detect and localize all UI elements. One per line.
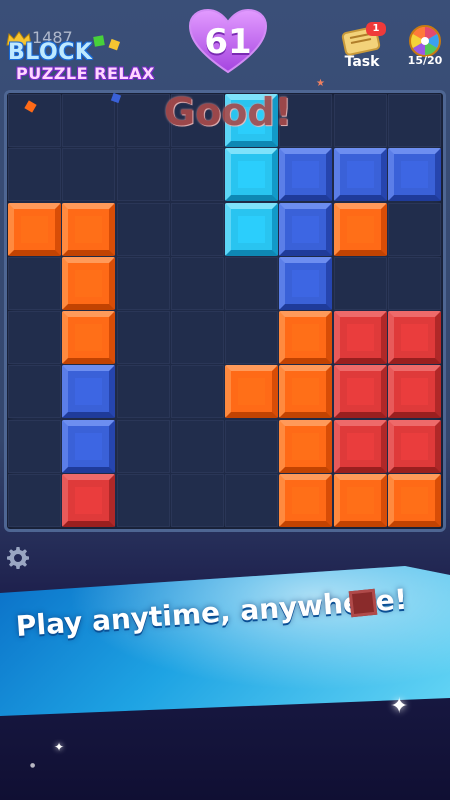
board-cell[interactable] bbox=[8, 365, 61, 419]
block-tile-orange bbox=[62, 256, 116, 310]
block-tile-orange bbox=[279, 419, 333, 473]
board-cell[interactable] bbox=[333, 256, 387, 310]
sparkle-icon: ● bbox=[30, 762, 36, 769]
board-cell[interactable] bbox=[387, 202, 441, 256]
board-cell[interactable] bbox=[116, 419, 170, 473]
sparkle-icon: ★ bbox=[316, 78, 325, 89]
block-tile-red bbox=[333, 365, 387, 419]
board-cell[interactable] bbox=[170, 419, 224, 473]
board-cell[interactable] bbox=[170, 148, 224, 202]
board-cell[interactable] bbox=[170, 256, 224, 310]
logo-blocks-icon bbox=[93, 35, 121, 51]
score-heart: 61 bbox=[188, 8, 268, 76]
board-cell[interactable] bbox=[170, 311, 224, 364]
settings-gear-icon[interactable] bbox=[6, 546, 30, 570]
block-tile-red bbox=[333, 311, 387, 364]
board-cell[interactable] bbox=[116, 202, 170, 256]
block-tile-red bbox=[387, 365, 441, 419]
block-tile-red bbox=[333, 419, 387, 473]
board-cell[interactable] bbox=[8, 419, 61, 473]
board-cell[interactable] bbox=[8, 256, 61, 310]
block-tile-blue bbox=[62, 365, 116, 419]
board-cell[interactable] bbox=[116, 311, 170, 364]
board-cell[interactable] bbox=[62, 94, 116, 147]
task-label: Task bbox=[344, 54, 380, 70]
current-score: 61 bbox=[204, 22, 252, 62]
board-cell[interactable] bbox=[225, 256, 278, 310]
board-cell[interactable] bbox=[8, 311, 61, 364]
board-cell[interactable] bbox=[8, 473, 61, 527]
block-tile-orange bbox=[225, 365, 278, 419]
board-cell[interactable] bbox=[116, 473, 170, 527]
block-tile-orange bbox=[8, 202, 61, 256]
board-cell[interactable] bbox=[225, 473, 278, 527]
board-cell[interactable] bbox=[116, 365, 170, 419]
board-cell[interactable] bbox=[387, 256, 441, 310]
task-badge: 1 bbox=[366, 22, 386, 36]
block-tile-cyan bbox=[225, 202, 278, 256]
block-tile-orange bbox=[62, 202, 116, 256]
board-cell[interactable] bbox=[116, 94, 170, 147]
board-cell[interactable] bbox=[8, 94, 61, 147]
block-tile-orange bbox=[387, 473, 441, 527]
block-tile-blue bbox=[387, 148, 441, 202]
block-tile-red bbox=[387, 419, 441, 473]
feedback-text: Good! bbox=[164, 90, 292, 134]
logo-line1: BLOCK bbox=[8, 40, 93, 65]
block-tile-orange bbox=[279, 365, 333, 419]
sparkle-icon: ✦ bbox=[54, 740, 65, 754]
logo-line2: PUZZLE RELAX bbox=[16, 64, 155, 83]
promo-banner: Play anytime, anywhere! bbox=[0, 566, 450, 716]
board-cell[interactable] bbox=[225, 419, 278, 473]
board-cell[interactable] bbox=[225, 311, 278, 364]
floating-block bbox=[348, 588, 378, 618]
block-tile-orange bbox=[62, 311, 116, 364]
board-cell[interactable] bbox=[387, 94, 441, 147]
board-cell[interactable] bbox=[62, 148, 116, 202]
block-tile-blue bbox=[62, 419, 116, 473]
block-tile-orange bbox=[333, 202, 387, 256]
game-logo: 1487 BLOCK PUZZLE RELAX bbox=[6, 28, 176, 88]
spin-wheel-icon bbox=[409, 25, 441, 57]
block-tile-red bbox=[62, 473, 116, 527]
board-cell[interactable] bbox=[116, 148, 170, 202]
board-cell[interactable] bbox=[170, 365, 224, 419]
board-cell[interactable] bbox=[170, 202, 224, 256]
block-tile-orange bbox=[279, 473, 333, 527]
block-tile-blue bbox=[279, 256, 333, 310]
board-cell[interactable] bbox=[333, 94, 387, 147]
block-tile-orange bbox=[333, 473, 387, 527]
spin-wheel-button[interactable]: 15/20 bbox=[402, 24, 448, 74]
block-tile-blue bbox=[333, 148, 387, 202]
block-tile-blue bbox=[279, 148, 333, 202]
task-button[interactable]: 1 Task bbox=[334, 22, 394, 72]
sparkle-icon: ✦ bbox=[390, 694, 409, 719]
board-cell[interactable] bbox=[116, 256, 170, 310]
block-tile-red bbox=[387, 311, 441, 364]
game-board[interactable] bbox=[4, 90, 446, 532]
board-cell[interactable] bbox=[170, 473, 224, 527]
block-tile-blue bbox=[279, 202, 333, 256]
block-tile-orange bbox=[279, 311, 333, 364]
board-cell[interactable] bbox=[8, 148, 61, 202]
block-tile-cyan bbox=[225, 148, 278, 202]
spin-progress: 15/20 bbox=[407, 54, 443, 67]
